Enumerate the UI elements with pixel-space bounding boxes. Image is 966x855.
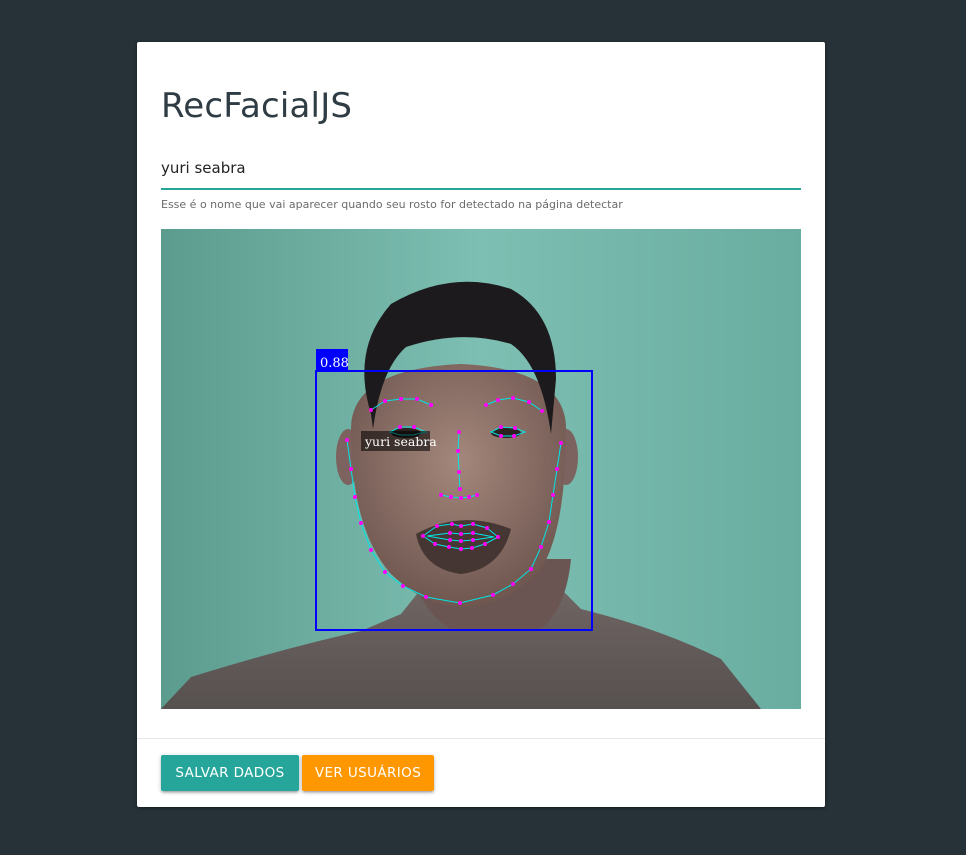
name-helper-text: Esse é o nome que vai aparecer quando se…: [161, 198, 623, 211]
save-data-button[interactable]: SALVAR DADOS: [161, 755, 299, 791]
name-input[interactable]: [161, 148, 801, 190]
detection-score-label: 0.88: [320, 356, 349, 371]
card-action-divider: [137, 738, 825, 739]
webcam-view: 0.88 yuri seabra: [161, 229, 801, 709]
page-title: RecFacialJS: [161, 86, 353, 126]
main-card: RecFacialJS Esse é o nome que vai aparec…: [137, 42, 825, 807]
face-name-label: yuri seabra: [364, 434, 437, 449]
view-users-button[interactable]: VER USUÁRIOS: [302, 755, 434, 791]
